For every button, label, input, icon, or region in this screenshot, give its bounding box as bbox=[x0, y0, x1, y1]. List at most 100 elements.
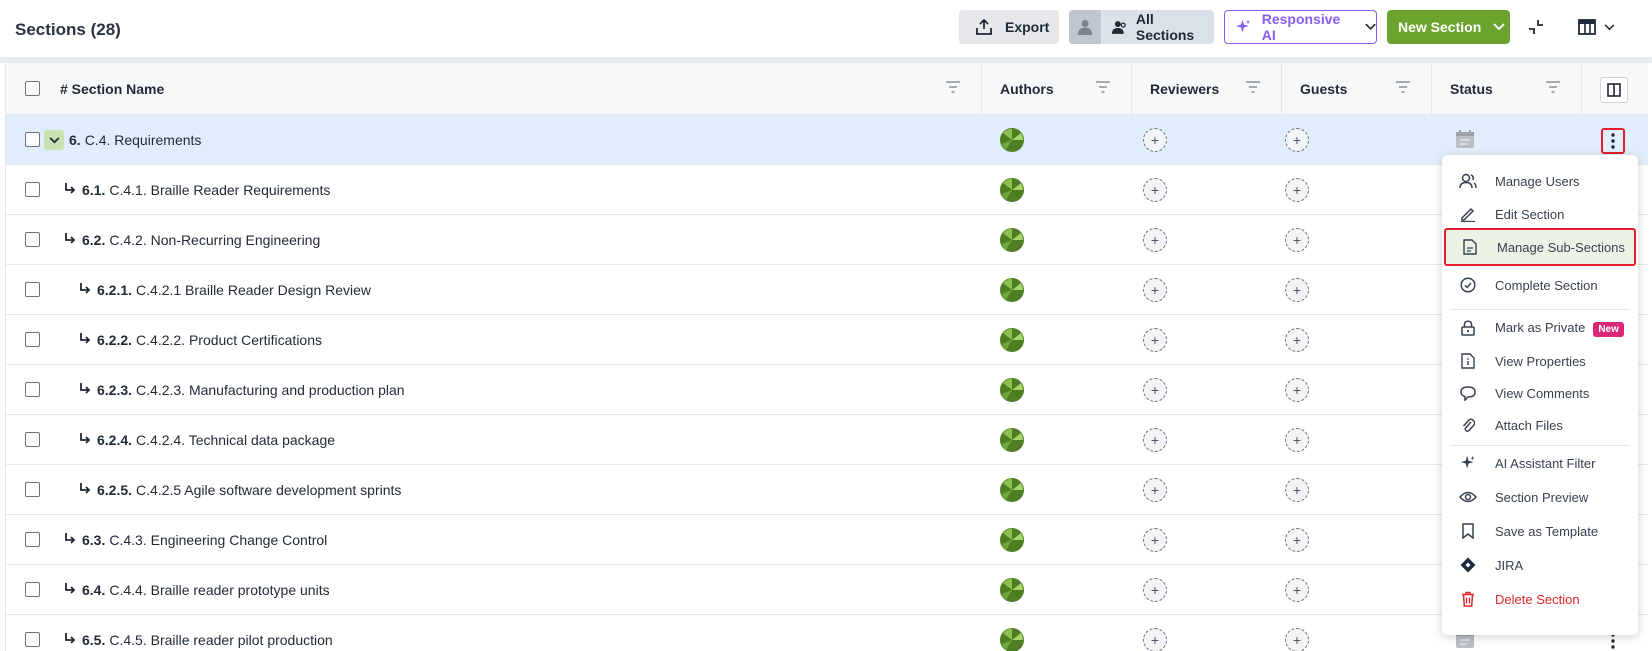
add-guest-icon[interactable]: + bbox=[1285, 428, 1309, 452]
menu-item-view-comments[interactable]: View Comments bbox=[1442, 377, 1638, 409]
menu-item-edit-section[interactable]: Edit Section bbox=[1442, 198, 1638, 230]
section-name-cell[interactable]: 6.2.1. C.4.2.1 Braille Reader Design Revi… bbox=[79, 265, 371, 315]
section-name-cell[interactable]: 6.2.2. C.4.2.2. Product Certifications bbox=[79, 315, 322, 365]
add-reviewer-icon[interactable]: + bbox=[1143, 178, 1167, 202]
add-reviewer-icon[interactable]: + bbox=[1143, 228, 1167, 252]
new-section-button[interactable]: New Section bbox=[1387, 10, 1510, 44]
section-name-cell[interactable]: 6.1. C.4.1. Braille Reader Requirements bbox=[64, 165, 330, 215]
row-checkbox[interactable] bbox=[25, 232, 40, 247]
author-avatar[interactable] bbox=[1000, 378, 1024, 402]
row-checkbox[interactable] bbox=[25, 582, 40, 597]
collapse-icon[interactable] bbox=[1523, 14, 1549, 40]
add-guest-icon[interactable]: + bbox=[1285, 628, 1309, 651]
menu-item-ai-assistant-filter[interactable]: AI Assistant Filter bbox=[1442, 447, 1638, 479]
add-reviewer-icon[interactable]: + bbox=[1143, 478, 1167, 502]
menu-item-mark-private[interactable]: Mark as Private New bbox=[1442, 312, 1638, 344]
table-row[interactable]: 6.2.5. C.4.2.5 Agile software development… bbox=[6, 465, 1648, 515]
section-name-cell[interactable]: 6.3. C.4.3. Engineering Change Control bbox=[64, 515, 327, 565]
sub-section-arrow-icon bbox=[64, 632, 76, 648]
sub-section-arrow-icon bbox=[64, 182, 76, 198]
author-avatar[interactable] bbox=[1000, 528, 1024, 552]
filter-icon[interactable] bbox=[945, 81, 961, 93]
author-avatar[interactable] bbox=[1000, 478, 1024, 502]
add-guest-icon[interactable]: + bbox=[1285, 278, 1309, 302]
row-checkbox[interactable] bbox=[25, 632, 40, 647]
section-name-cell[interactable]: 6.4. C.4.4. Braille reader prototype unit… bbox=[64, 565, 330, 615]
comment-icon bbox=[1459, 384, 1477, 402]
add-reviewer-icon[interactable]: + bbox=[1143, 378, 1167, 402]
add-guest-icon[interactable]: + bbox=[1285, 178, 1309, 202]
menu-item-complete-section[interactable]: Complete Section bbox=[1442, 269, 1638, 301]
responsive-ai-button[interactable]: Responsive AI bbox=[1224, 10, 1377, 44]
export-button[interactable]: Export bbox=[959, 10, 1059, 44]
add-guest-icon[interactable]: + bbox=[1285, 128, 1309, 152]
row-checkbox[interactable] bbox=[25, 282, 40, 297]
author-avatar[interactable] bbox=[1000, 628, 1024, 651]
row-checkbox[interactable] bbox=[25, 432, 40, 447]
table-row[interactable]: 6.2.3. C.4.2.3. Manufacturing and product… bbox=[6, 365, 1648, 415]
add-guest-icon[interactable]: + bbox=[1285, 528, 1309, 552]
menu-item-jira[interactable]: JIRA bbox=[1442, 549, 1638, 581]
table-row[interactable]: 6.1. C.4.1. Braille Reader Requirements + + bbox=[6, 165, 1648, 215]
add-guest-icon[interactable]: + bbox=[1285, 478, 1309, 502]
chevron-down-icon[interactable] bbox=[44, 130, 64, 150]
row-checkbox[interactable] bbox=[25, 382, 40, 397]
columns-toggle-icon[interactable] bbox=[1600, 77, 1628, 103]
table-row[interactable]: 6.2.4. C.4.2.4. Technical data package + + bbox=[6, 415, 1648, 465]
menu-item-view-properties[interactable]: View Properties bbox=[1442, 345, 1638, 377]
author-avatar[interactable] bbox=[1000, 328, 1024, 352]
row-checkbox[interactable] bbox=[25, 332, 40, 347]
menu-item-manage-users[interactable]: Manage Users bbox=[1442, 165, 1638, 197]
filter-icon[interactable] bbox=[1245, 81, 1261, 93]
add-reviewer-icon[interactable]: + bbox=[1143, 628, 1167, 651]
section-name-cell[interactable]: 6.2. C.4.2. Non-Recurring Engineering bbox=[64, 215, 320, 265]
filter-icon[interactable] bbox=[1395, 81, 1411, 93]
author-avatar[interactable] bbox=[1000, 128, 1024, 152]
table-row[interactable]: 6.2.1. C.4.2.1 Braille Reader Design Revi… bbox=[6, 265, 1648, 315]
add-reviewer-icon[interactable]: + bbox=[1143, 128, 1167, 152]
menu-item-save-as-template[interactable]: Save as Template bbox=[1442, 515, 1638, 547]
section-name-cell[interactable]: 6.2.3. C.4.2.3. Manufacturing and product… bbox=[79, 365, 405, 415]
row-checkbox[interactable] bbox=[25, 182, 40, 197]
row-checkbox[interactable] bbox=[25, 532, 40, 547]
menu-item-attach-files[interactable]: Attach Files bbox=[1442, 409, 1638, 441]
author-avatar[interactable] bbox=[1000, 278, 1024, 302]
chevron-down-icon bbox=[1604, 23, 1614, 30]
table-row[interactable]: 6.4. C.4.4. Braille reader prototype unit… bbox=[6, 565, 1648, 615]
add-reviewer-icon[interactable]: + bbox=[1143, 278, 1167, 302]
add-reviewer-icon[interactable]: + bbox=[1143, 578, 1167, 602]
row-checkbox[interactable] bbox=[25, 132, 40, 147]
section-name-cell[interactable]: 6.5. C.4.5. Braille reader pilot producti… bbox=[64, 615, 333, 651]
add-guest-icon[interactable]: + bbox=[1285, 228, 1309, 252]
kebab-menu-icon[interactable] bbox=[1601, 128, 1625, 154]
table-row[interactable]: 6.5. C.4.5. Braille reader pilot producti… bbox=[6, 615, 1648, 651]
section-name-cell[interactable]: 6.2.5. C.4.2.5 Agile software development… bbox=[79, 465, 401, 515]
menu-item-delete-section[interactable]: Delete Section bbox=[1442, 583, 1638, 615]
add-guest-icon[interactable]: + bbox=[1285, 578, 1309, 602]
select-all-checkbox[interactable] bbox=[25, 81, 40, 96]
menu-item-manage-sub-sections[interactable]: Manage Sub-Sections bbox=[1444, 228, 1636, 266]
top-bar: Sections (28) Export All Sections Respon… bbox=[0, 0, 1652, 57]
add-reviewer-icon[interactable]: + bbox=[1143, 428, 1167, 452]
add-guest-icon[interactable]: + bbox=[1285, 328, 1309, 352]
author-avatar[interactable] bbox=[1000, 178, 1024, 202]
author-avatar[interactable] bbox=[1000, 428, 1024, 452]
table-layout-menu[interactable] bbox=[1576, 14, 1616, 40]
table-row[interactable]: 6.2. C.4.2. Non-Recurring Engineering + + bbox=[6, 215, 1648, 265]
author-avatar[interactable] bbox=[1000, 228, 1024, 252]
table-row[interactable]: 6. C.4. Requirements + + bbox=[6, 115, 1648, 165]
table-row[interactable]: 6.2.2. C.4.2.2. Product Certifications + + bbox=[6, 315, 1648, 365]
section-name-cell[interactable]: 6.2.4. C.4.2.4. Technical data package bbox=[79, 415, 335, 465]
menu-item-section-preview[interactable]: Section Preview bbox=[1442, 481, 1638, 513]
add-reviewer-icon[interactable]: + bbox=[1143, 528, 1167, 552]
row-checkbox[interactable] bbox=[25, 482, 40, 497]
table-row[interactable]: 6.3. C.4.3. Engineering Change Control + + bbox=[6, 515, 1648, 565]
add-reviewer-icon[interactable]: + bbox=[1143, 328, 1167, 352]
filter-icon[interactable] bbox=[1545, 81, 1561, 93]
all-sections-button[interactable]: All Sections bbox=[1069, 10, 1214, 44]
section-number: 6.2.1. bbox=[97, 282, 133, 298]
filter-icon[interactable] bbox=[1095, 81, 1111, 93]
add-guest-icon[interactable]: + bbox=[1285, 378, 1309, 402]
author-avatar[interactable] bbox=[1000, 578, 1024, 602]
section-name-cell[interactable]: 6. C.4. Requirements bbox=[44, 115, 201, 165]
